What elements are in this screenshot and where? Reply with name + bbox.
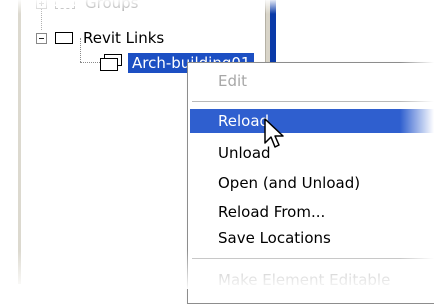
- groups-icon: [55, 0, 75, 9]
- minus-box-icon[interactable]: [36, 32, 47, 44]
- menu-separator: [192, 101, 434, 102]
- tree-node-revit-links-label: Revit Links: [83, 29, 165, 47]
- menu-item-reload-from[interactable]: Reload From...: [190, 200, 434, 224]
- context-menu: Edit Reload Unload Open (and Unload) Rel…: [187, 62, 434, 304]
- menu-item-edit[interactable]: Edit: [190, 69, 434, 93]
- menu-separator: [192, 258, 434, 259]
- tree-node-groups-label: Groups: [85, 0, 139, 12]
- panel-left-border: [18, 0, 21, 284]
- menu-item-make-element-editable[interactable]: Make Element Editable: [190, 268, 434, 292]
- screenshot-stage: Groups Revit Links Arch-building01 Edit …: [0, 0, 434, 304]
- linked-model-icon: [100, 54, 124, 72]
- tree-connector-horizontal: [80, 62, 100, 63]
- tree-node-groups[interactable]: Groups: [36, 0, 138, 14]
- menu-item-unload[interactable]: Unload: [190, 141, 434, 165]
- menu-item-save-locations[interactable]: Save Locations: [190, 226, 434, 250]
- folder-icon: [55, 32, 73, 44]
- plus-box-icon[interactable]: [36, 0, 47, 9]
- tree-node-revit-links[interactable]: Revit Links: [36, 27, 164, 49]
- arrow-cursor-icon: [264, 118, 284, 148]
- menu-item-open-and-unload[interactable]: Open (and Unload): [190, 171, 434, 195]
- menu-item-reload[interactable]: Reload: [190, 109, 434, 133]
